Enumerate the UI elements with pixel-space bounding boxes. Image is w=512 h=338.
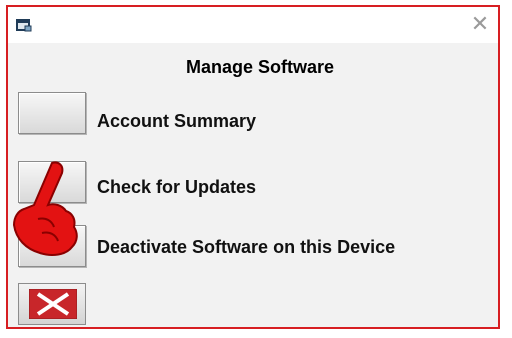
title-bar: ✕ bbox=[8, 7, 498, 43]
manage-software-window: ✕ Manage Software Account Summary Check … bbox=[6, 5, 500, 329]
check-for-updates-label: Check for Updates bbox=[97, 177, 257, 197]
account-summary-button[interactable] bbox=[18, 92, 86, 134]
pointing-hand-cursor-icon bbox=[12, 161, 78, 256]
app-window-icon bbox=[16, 19, 32, 32]
exit-button[interactable] bbox=[18, 283, 86, 325]
dialog-title: Manage Software bbox=[185, 57, 335, 77]
red-x-icon bbox=[29, 289, 77, 319]
close-icon[interactable]: ✕ bbox=[468, 13, 492, 37]
account-summary-label: Account Summary bbox=[97, 111, 257, 131]
deactivate-software-label: Deactivate Software on this Device bbox=[97, 237, 396, 257]
